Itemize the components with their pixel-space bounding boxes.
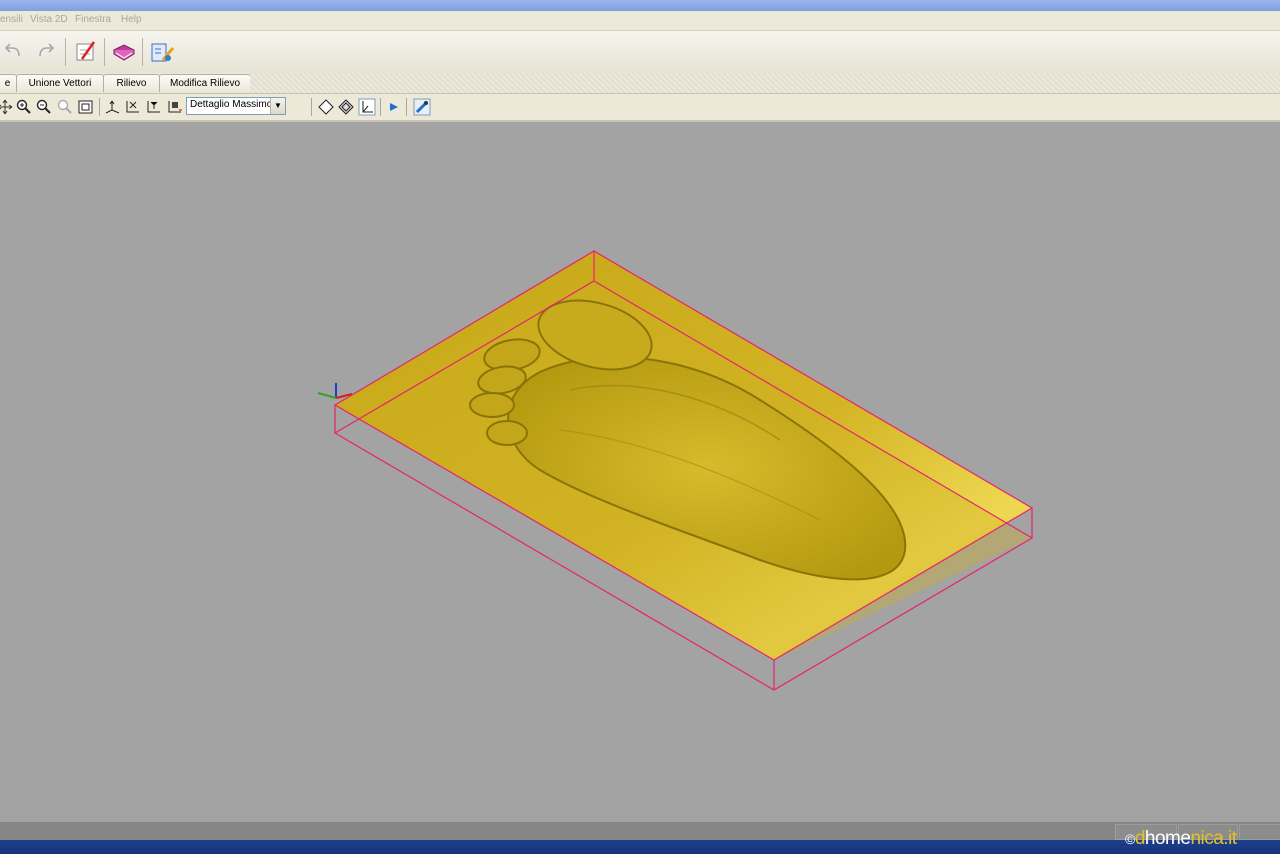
detail-level-value: Dettaglio Massimo — [190, 99, 273, 110]
toolbar-separator — [65, 38, 66, 66]
view-toolbar-separator — [406, 98, 407, 116]
view-iso-icon[interactable] — [104, 98, 122, 116]
redo-icon — [39, 43, 55, 57]
status-panel — [1239, 824, 1280, 840]
window-title-bar — [0, 0, 1280, 11]
zoom-out-icon[interactable] — [35, 98, 53, 116]
view-toolbar: Dettaglio Massimo ▼ — [0, 94, 1280, 122]
wireframe-diamond-icon[interactable] — [317, 98, 335, 116]
tab-unione-vettori[interactable]: Unione Vettori — [16, 74, 104, 92]
view-z-icon[interactable] — [166, 98, 184, 116]
tab-strip: e Unione Vettori Rilievo Modifica Riliev… — [0, 73, 1280, 94]
menu-bar: ensili Vista 2D Finestra Help — [0, 11, 1280, 31]
pan-icon[interactable] — [0, 98, 14, 116]
tab-strip-background — [250, 73, 1280, 93]
book-icon — [112, 44, 136, 61]
menu-help[interactable]: Help — [121, 14, 142, 25]
tab-partial[interactable]: e — [0, 74, 17, 92]
properties-button[interactable] — [148, 38, 176, 66]
view-x-icon[interactable] — [124, 98, 142, 116]
menu-strumenti[interactable]: ensili — [0, 14, 23, 25]
undo-button[interactable] — [0, 38, 28, 66]
axis-gizmo — [317, 383, 353, 399]
watermark-part1: d — [1134, 828, 1146, 849]
toolbar-separator — [104, 38, 105, 66]
toolbar-separator — [142, 38, 143, 66]
view-toolbar-separator — [311, 98, 312, 116]
watermark-logo: ©dhomenica.it — [1125, 828, 1237, 850]
copyright-symbol: © — [1125, 831, 1135, 847]
zoom-previous-icon[interactable] — [56, 98, 74, 116]
zoom-extents-icon[interactable] — [77, 98, 95, 116]
main-toolbar — [0, 31, 1280, 74]
view-toolbar-separator — [380, 98, 381, 116]
color-pipette-icon[interactable] — [413, 98, 431, 116]
zoom-in-icon[interactable] — [15, 98, 33, 116]
tab-rilievo[interactable]: Rilievo — [103, 74, 160, 92]
relief-scene — [317, 250, 1034, 691]
edit-pencil-icon — [76, 41, 96, 61]
manual-button[interactable] — [110, 38, 138, 66]
shaded-diamond-icon[interactable] — [337, 98, 355, 116]
taskbar — [0, 840, 1280, 854]
menu-finestra[interactable]: Finestra — [75, 14, 111, 25]
tab-modifica-rilievo[interactable]: Modifica Rilievo — [159, 74, 251, 92]
play-arrow-icon[interactable] — [385, 98, 403, 116]
watermark-part3: nica.it — [1190, 828, 1237, 849]
wizard-icon — [151, 43, 175, 62]
axes-icon[interactable] — [358, 98, 376, 116]
redo-button[interactable] — [32, 38, 60, 66]
toe-4 — [469, 392, 515, 418]
view-y-icon[interactable] — [145, 98, 163, 116]
menu-vista-2d[interactable]: Vista 2D — [30, 14, 68, 25]
undo-icon — [4, 43, 20, 57]
chevron-down-icon[interactable]: ▼ — [270, 98, 285, 114]
view-toolbar-separator — [99, 98, 100, 116]
3d-viewport[interactable] — [0, 122, 1280, 822]
detail-level-select[interactable]: Dettaglio Massimo ▼ — [186, 97, 286, 115]
status-bar — [0, 822, 1280, 840]
watermark-part2: home — [1144, 828, 1191, 849]
toe-5 — [486, 420, 528, 446]
edit-button[interactable] — [72, 38, 100, 66]
